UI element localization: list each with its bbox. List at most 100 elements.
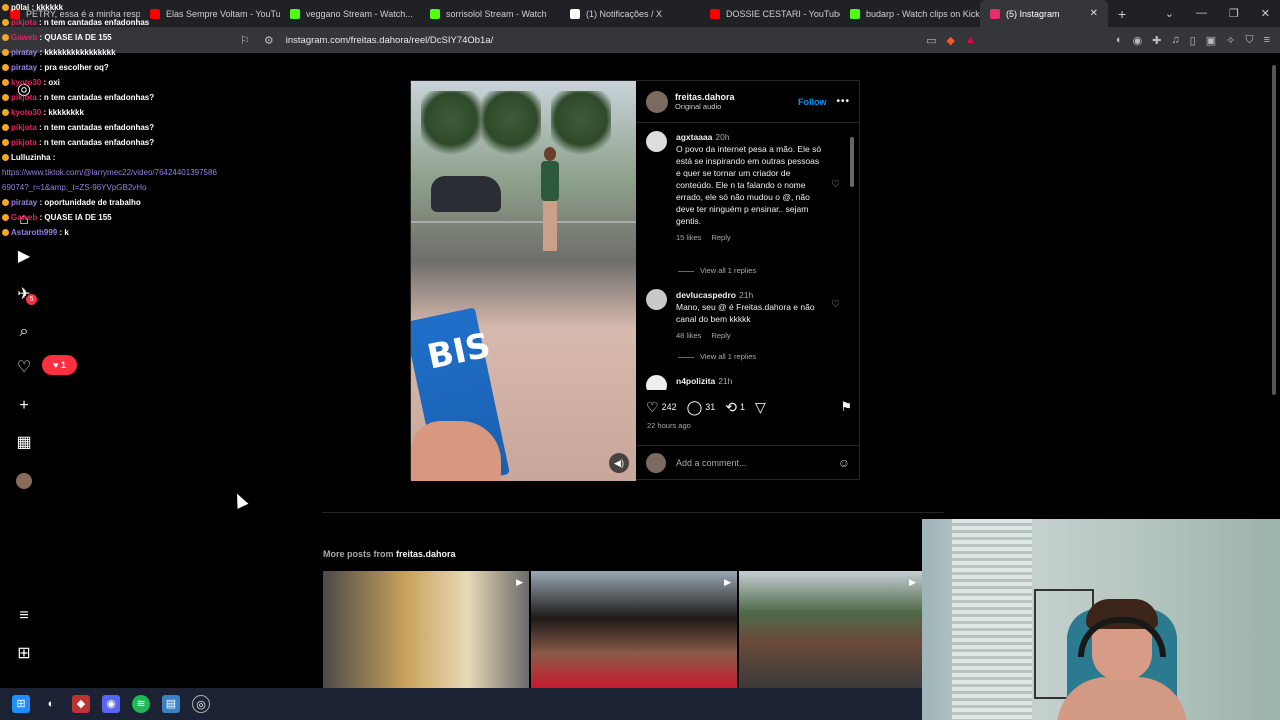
tab-favicon-icon: [570, 8, 580, 19]
windows-start-icon[interactable]: ⊞: [12, 695, 30, 713]
comment-action[interactable]: ◯ 31: [687, 399, 716, 416]
leo-icon[interactable]: ✧: [1226, 34, 1235, 47]
more-post-thumbnail[interactable]: ▶: [531, 571, 737, 689]
discord-icon[interactable]: ◉: [102, 695, 120, 713]
mouse-cursor: [231, 491, 249, 509]
puzzle-icon[interactable]: ✚: [1152, 34, 1161, 47]
browser-tab[interactable]: DOSSIE CESTARI - YouTube: [700, 0, 840, 27]
chat-text: kkkkkkkkkkkkkkkk: [44, 48, 116, 57]
share-action[interactable]: ▽: [755, 399, 766, 416]
comment-input[interactable]: [676, 457, 816, 468]
commenter-avatar[interactable]: [646, 131, 667, 152]
chat-badge-icon: [2, 94, 9, 102]
restore-button[interactable]: ❐: [1229, 7, 1239, 20]
brave-rewards-icon[interactable]: ▲: [965, 34, 976, 47]
follow-button[interactable]: Follow: [798, 97, 827, 107]
road-line: [411, 221, 636, 223]
notepad-icon[interactable]: ▤: [162, 695, 180, 713]
close-window-button[interactable]: ✕: [1261, 7, 1270, 20]
repost-count: 1: [740, 402, 746, 412]
view-replies-button[interactable]: View all 1 replies: [678, 266, 756, 275]
mute-button[interactable]: ◀): [609, 453, 629, 473]
site-info-icon[interactable]: ⚙: [264, 34, 274, 47]
commenter-username[interactable]: devlucaspedro: [676, 290, 736, 300]
brave-shield-icon[interactable]: ◆: [947, 34, 955, 47]
browser-tab[interactable]: (1) Notificações / X: [560, 0, 700, 27]
like-action[interactable]: ♡ 242: [646, 399, 677, 416]
vpn-icon[interactable]: ⛉: [1245, 34, 1253, 47]
comment-likes[interactable]: 15 likes: [676, 233, 701, 242]
commenter-avatar[interactable]: [646, 375, 667, 390]
tab-search-icon[interactable]: ⌄: [1165, 7, 1174, 20]
tab-label: veggano Stream - Watch...: [306, 8, 413, 19]
notifications-heart-icon[interactable]: ♡: [14, 358, 34, 378]
taskbar-app-icon[interactable]: ◎: [192, 695, 210, 713]
comment-like-heart-icon[interactable]: ♡: [831, 179, 840, 190]
taskbar-app-icon[interactable]: ◐: [42, 695, 60, 713]
create-icon[interactable]: +: [14, 396, 34, 416]
view-replies-button[interactable]: View all 1 replies: [678, 352, 756, 361]
more-post-thumbnail[interactable]: ▶: [323, 571, 529, 689]
reel-video[interactable]: BIS ◀): [411, 81, 636, 481]
browser-tab[interactable]: (5) Instagram ✕: [980, 0, 1108, 27]
chat-message: pikjota : n tem cantadas enfadonhas?: [2, 90, 262, 105]
comment-like-heart-icon[interactable]: ♡: [831, 299, 840, 310]
more-post-thumbnail[interactable]: ▶: [739, 571, 922, 689]
chat-message: 69074?_r=1&amp;_t=ZS-96YVpGB2vHo: [2, 180, 262, 195]
chat-badge-icon: [2, 124, 9, 132]
more-options-button[interactable]: •••: [836, 96, 850, 107]
audio-label[interactable]: Original audio: [675, 102, 735, 111]
comment-reply-button[interactable]: Reply: [711, 233, 730, 242]
sidebar-icon[interactable]: ▯: [1190, 34, 1196, 47]
dashboard-icon[interactable]: ▦: [14, 433, 34, 453]
emoji-icon[interactable]: ☺: [838, 456, 850, 470]
menu-icon[interactable]: ≡: [1264, 34, 1270, 47]
music-icon[interactable]: ♫: [1171, 34, 1179, 47]
cast-icon[interactable]: ▭: [926, 34, 936, 47]
search-icon[interactable]: ⌕: [14, 322, 34, 342]
chat-username: pirataу: [11, 198, 38, 207]
browser-tab[interactable]: veggano Stream - Watch...: [280, 0, 420, 27]
taskbar-app-icon[interactable]: ◆: [72, 695, 90, 713]
chat-username: pikjota: [11, 123, 37, 132]
tab-favicon-icon: [290, 8, 300, 19]
extension-icon[interactable]: ◉: [1133, 34, 1143, 47]
spotify-icon[interactable]: ≋: [132, 695, 150, 713]
tab-close-icon[interactable]: ✕: [1090, 8, 1098, 19]
repost-action[interactable]: ⟲ 1: [725, 399, 745, 416]
page-scroll-thumb[interactable]: [1272, 65, 1276, 395]
reels-icon[interactable]: ▶: [14, 247, 34, 267]
comment-header: n4polizita 21h: [676, 375, 826, 387]
commenter-username[interactable]: agxtaaaa: [676, 132, 712, 142]
chat-text: kkkkkk: [36, 3, 64, 12]
wallet-icon[interactable]: ▣: [1206, 34, 1216, 47]
chat-badge-icon: [2, 229, 9, 237]
author-avatar[interactable]: [646, 90, 668, 113]
chat-text: QUASE IA DE 155: [44, 213, 112, 222]
commenter-avatar[interactable]: [646, 289, 667, 310]
chat-badge-icon: [2, 64, 9, 72]
author-username[interactable]: freitas.dahora: [675, 92, 735, 102]
more-posts-username[interactable]: freitas.dahora: [396, 549, 456, 559]
comments-scrollbar[interactable]: [849, 125, 855, 389]
like-count: 242: [661, 402, 677, 412]
minimize-button[interactable]: —: [1196, 7, 1207, 20]
save-bookmark-icon[interactable]: ⚑: [840, 399, 852, 415]
also-from-meta-icon[interactable]: ⊞: [14, 644, 34, 664]
section-divider: [322, 512, 944, 513]
comments-scroll-thumb[interactable]: [850, 137, 854, 187]
new-tab-button[interactable]: +: [1108, 6, 1136, 22]
chat-badge-icon: [2, 34, 9, 42]
likes-notification-pill[interactable]: ♥ 1: [42, 355, 77, 375]
extension-icon[interactable]: ◐: [1116, 34, 1123, 47]
more-menu-icon[interactable]: ≡: [14, 606, 34, 626]
profile-avatar[interactable]: [16, 473, 32, 489]
commenter-username[interactable]: n4polizita: [676, 376, 715, 386]
url-field[interactable]: instagram.com/freitas.dahora/reel/DcSIY7…: [286, 35, 886, 46]
chat-link[interactable]: https://www.tiktok.com/@larrymec22/video…: [2, 168, 217, 177]
browser-tab[interactable]: sorrisolol Stream - Watch: [420, 0, 560, 27]
browser-tab[interactable]: budarp - Watch clips on Kick: [840, 0, 980, 27]
chat-link[interactable]: 69074?_r=1&amp;_t=ZS-96YVpGB2vHo: [2, 183, 147, 192]
comment-likes[interactable]: 48 likes: [676, 331, 701, 340]
comment-reply-button[interactable]: Reply: [711, 331, 730, 340]
